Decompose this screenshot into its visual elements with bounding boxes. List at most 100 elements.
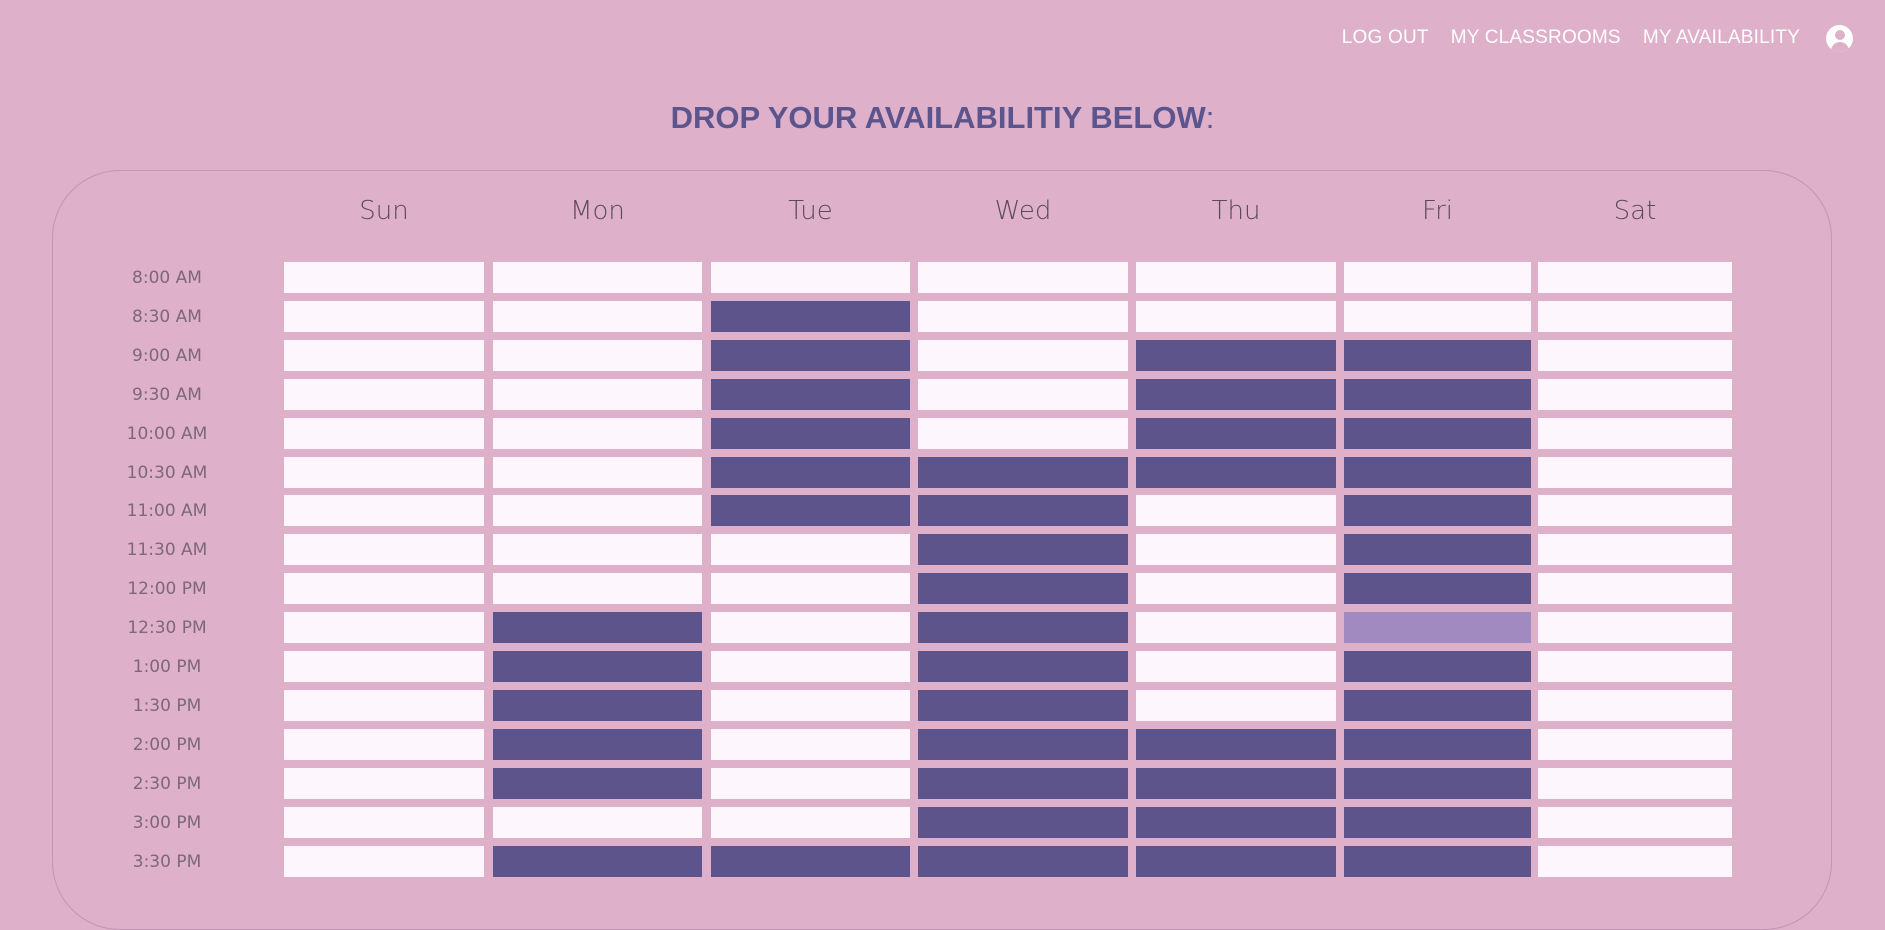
time-slot-sat-13[interactable]: [1538, 767, 1732, 799]
time-slot-mon-8[interactable]: [493, 573, 702, 605]
time-slot-thu-11[interactable]: [1136, 689, 1336, 721]
time-slot-tue-13[interactable]: [711, 767, 910, 799]
my-classrooms-link[interactable]: MY CLASSROOMS: [1451, 27, 1621, 49]
time-slot-tue-7[interactable]: [711, 534, 910, 566]
time-slot-sat-4[interactable]: [1538, 417, 1732, 449]
time-slot-sat-11[interactable]: [1538, 689, 1732, 721]
time-slot-tue-14[interactable]: [711, 806, 910, 838]
time-slot-sat-6[interactable]: [1538, 495, 1732, 527]
time-slot-tue-15[interactable]: [711, 845, 910, 877]
time-slot-thu-5[interactable]: [1136, 456, 1336, 488]
time-slot-sat-12[interactable]: [1538, 728, 1732, 760]
time-slot-fri-12[interactable]: [1344, 728, 1531, 760]
time-slot-fri-14[interactable]: [1344, 806, 1531, 838]
time-slot-sat-5[interactable]: [1538, 456, 1732, 488]
time-slot-mon-11[interactable]: [493, 689, 702, 721]
time-slot-fri-9[interactable]: [1344, 612, 1531, 644]
time-slot-tue-8[interactable]: [711, 573, 910, 605]
time-slot-sat-8[interactable]: [1538, 573, 1732, 605]
my-availability-link[interactable]: MY AVAILABILITY: [1643, 27, 1800, 49]
time-slot-mon-3[interactable]: [493, 378, 702, 410]
time-slot-tue-12[interactable]: [711, 728, 910, 760]
user-circle-icon[interactable]: [1826, 24, 1853, 52]
time-slot-wed-14[interactable]: [918, 806, 1128, 838]
time-slot-sat-2[interactable]: [1538, 339, 1732, 371]
time-slot-sun-6[interactable]: [284, 495, 484, 527]
time-slot-wed-5[interactable]: [918, 456, 1128, 488]
time-slot-sun-9[interactable]: [284, 612, 484, 644]
time-slot-mon-6[interactable]: [493, 495, 702, 527]
logout-link[interactable]: LOG OUT: [1342, 27, 1429, 49]
time-slot-wed-4[interactable]: [918, 417, 1128, 449]
time-slot-fri-2[interactable]: [1344, 339, 1531, 371]
time-slot-mon-9[interactable]: [493, 612, 702, 644]
time-slot-mon-4[interactable]: [493, 417, 702, 449]
time-slot-thu-12[interactable]: [1136, 728, 1336, 760]
time-slot-mon-15[interactable]: [493, 845, 702, 877]
time-slot-sat-7[interactable]: [1538, 534, 1732, 566]
time-slot-sat-10[interactable]: [1538, 651, 1732, 682]
time-slot-sun-3[interactable]: [284, 378, 484, 410]
time-slot-fri-13[interactable]: [1344, 767, 1531, 799]
time-slot-wed-7[interactable]: [918, 534, 1128, 566]
time-slot-wed-3[interactable]: [918, 378, 1128, 410]
time-slot-wed-15[interactable]: [918, 845, 1128, 877]
time-slot-tue-9[interactable]: [711, 612, 910, 644]
time-slot-tue-6[interactable]: [711, 495, 910, 527]
time-slot-mon-5[interactable]: [493, 456, 702, 488]
time-slot-tue-11[interactable]: [711, 689, 910, 721]
time-slot-sun-11[interactable]: [284, 689, 484, 721]
time-slot-tue-10[interactable]: [711, 651, 910, 682]
time-slot-thu-2[interactable]: [1136, 339, 1336, 371]
time-slot-wed-6[interactable]: [918, 495, 1128, 527]
time-slot-mon-7[interactable]: [493, 534, 702, 566]
time-slot-fri-11[interactable]: [1344, 689, 1531, 721]
time-slot-thu-3[interactable]: [1136, 378, 1336, 410]
time-slot-sun-13[interactable]: [284, 767, 484, 799]
time-slot-thu-4[interactable]: [1136, 417, 1336, 449]
time-slot-sun-5[interactable]: [284, 456, 484, 488]
time-slot-thu-1[interactable]: [1136, 300, 1336, 332]
time-slot-fri-3[interactable]: [1344, 378, 1531, 410]
time-slot-mon-2[interactable]: [493, 339, 702, 371]
time-slot-sun-15[interactable]: [284, 845, 484, 877]
time-slot-tue-4[interactable]: [711, 417, 910, 449]
time-slot-thu-9[interactable]: [1136, 612, 1336, 644]
time-slot-tue-2[interactable]: [711, 339, 910, 371]
time-slot-mon-14[interactable]: [493, 806, 702, 838]
time-slot-fri-0[interactable]: [1344, 262, 1531, 293]
time-slot-sat-1[interactable]: [1538, 300, 1732, 332]
time-slot-wed-8[interactable]: [918, 573, 1128, 605]
time-slot-tue-1[interactable]: [711, 300, 910, 332]
time-slot-fri-7[interactable]: [1344, 534, 1531, 566]
time-slot-sun-2[interactable]: [284, 339, 484, 371]
time-slot-fri-8[interactable]: [1344, 573, 1531, 605]
time-slot-sat-15[interactable]: [1538, 845, 1732, 877]
time-slot-fri-6[interactable]: [1344, 495, 1531, 527]
time-slot-thu-15[interactable]: [1136, 845, 1336, 877]
time-slot-sat-14[interactable]: [1538, 806, 1732, 838]
time-slot-thu-7[interactable]: [1136, 534, 1336, 566]
time-slot-mon-13[interactable]: [493, 767, 702, 799]
time-slot-sun-8[interactable]: [284, 573, 484, 605]
time-slot-sat-0[interactable]: [1538, 262, 1732, 293]
time-slot-thu-13[interactable]: [1136, 767, 1336, 799]
time-slot-tue-3[interactable]: [711, 378, 910, 410]
time-slot-wed-2[interactable]: [918, 339, 1128, 371]
time-slot-thu-10[interactable]: [1136, 651, 1336, 682]
time-slot-wed-13[interactable]: [918, 767, 1128, 799]
time-slot-mon-1[interactable]: [493, 300, 702, 332]
time-slot-sun-0[interactable]: [284, 262, 484, 293]
time-slot-fri-10[interactable]: [1344, 651, 1531, 682]
time-slot-thu-14[interactable]: [1136, 806, 1336, 838]
time-slot-fri-5[interactable]: [1344, 456, 1531, 488]
time-slot-wed-0[interactable]: [918, 262, 1128, 293]
time-slot-sun-14[interactable]: [284, 806, 484, 838]
time-slot-tue-0[interactable]: [711, 262, 910, 293]
time-slot-wed-9[interactable]: [918, 612, 1128, 644]
time-slot-thu-0[interactable]: [1136, 262, 1336, 293]
time-slot-sat-9[interactable]: [1538, 612, 1732, 644]
time-slot-mon-10[interactable]: [493, 651, 702, 682]
time-slot-sun-1[interactable]: [284, 300, 484, 332]
time-slot-tue-5[interactable]: [711, 456, 910, 488]
